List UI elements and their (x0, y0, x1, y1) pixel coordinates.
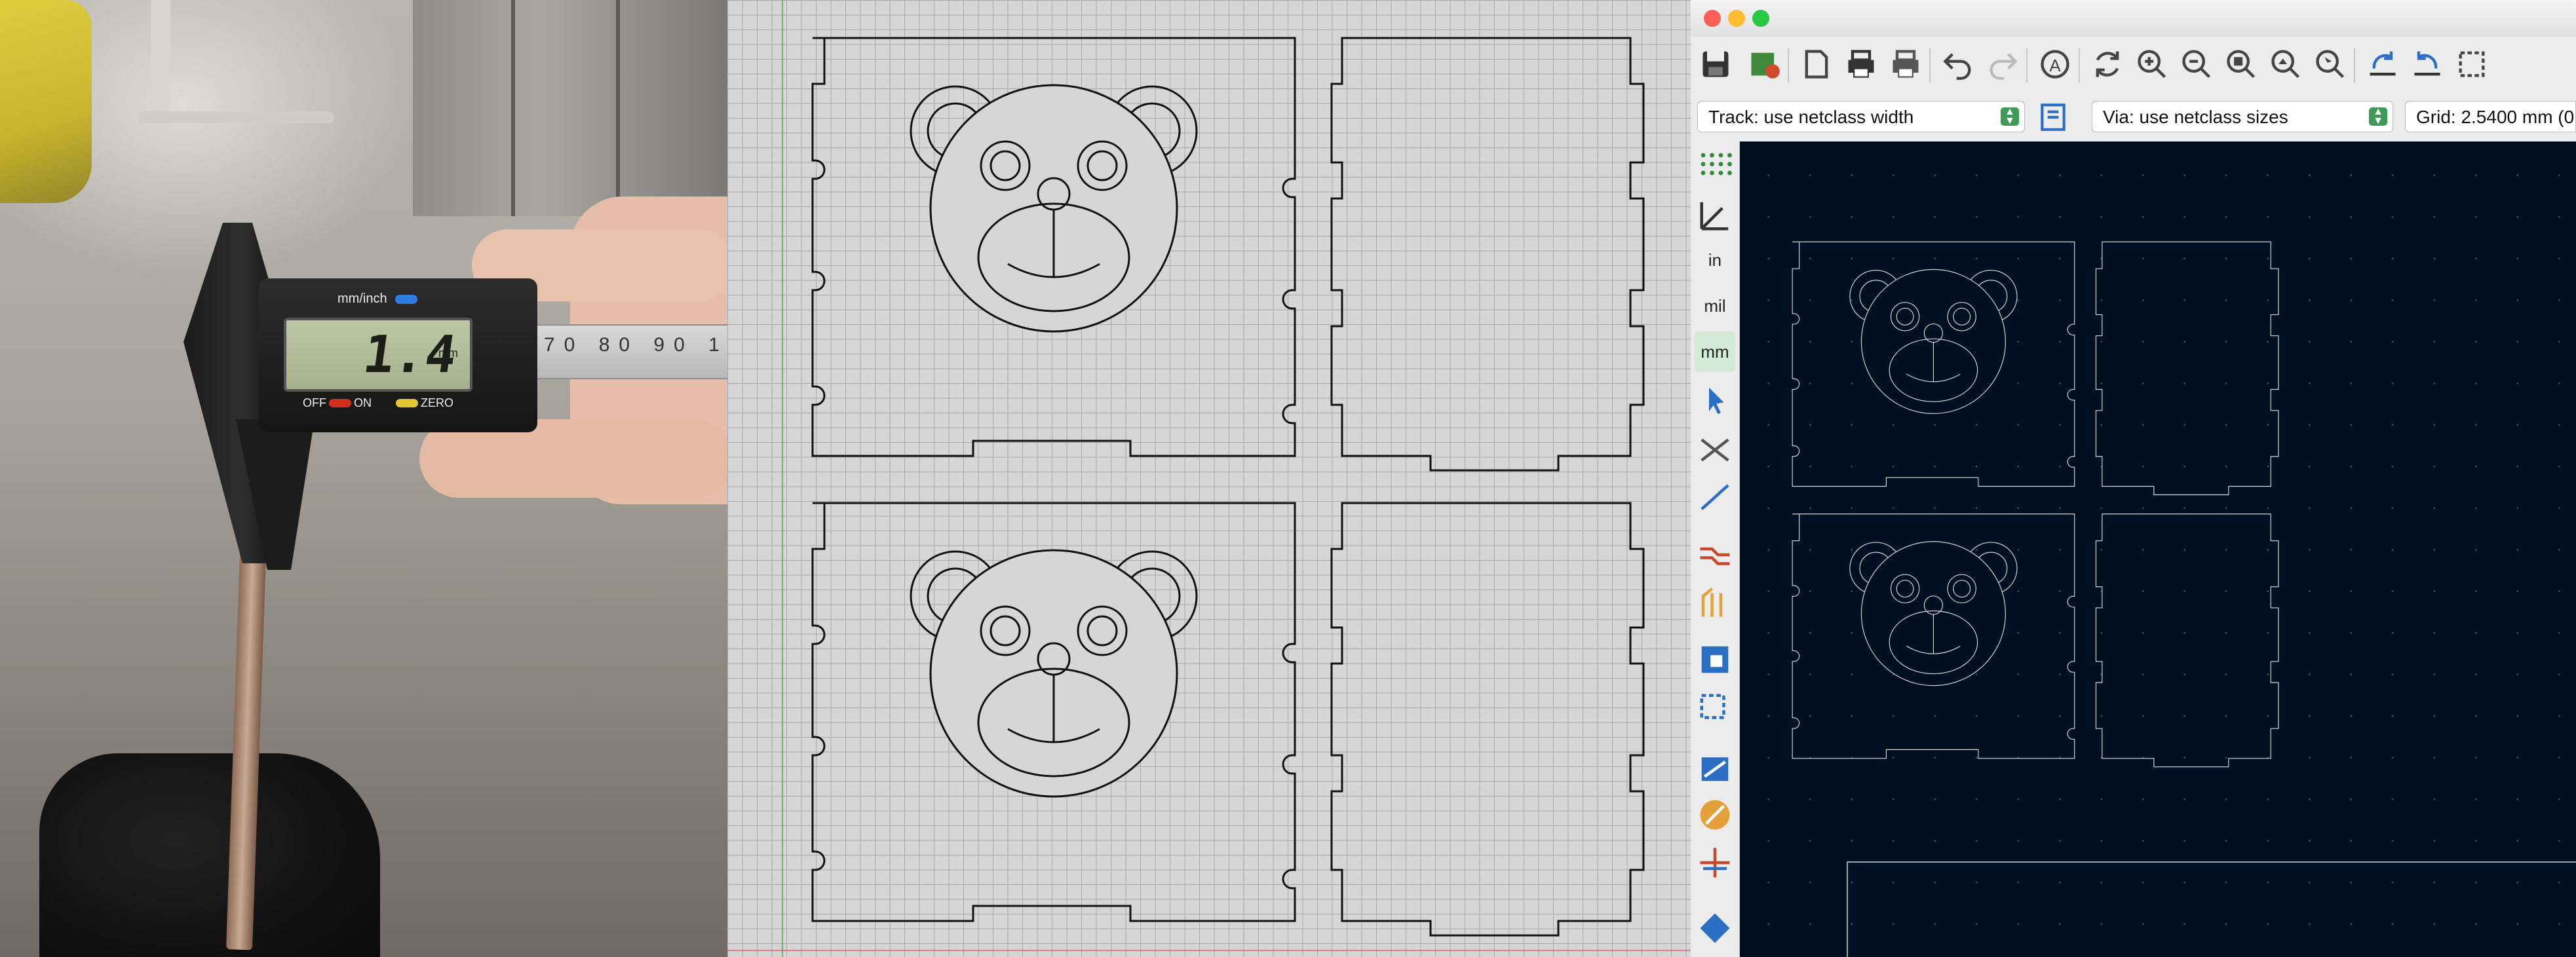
track-width-select[interactable]: Track: use netclass width ▲ ▼ (1697, 101, 2025, 132)
left-toolbar: in mil mm (1691, 141, 1740, 957)
caliper-scale: 70 80 90 100 (544, 334, 727, 356)
track-width-value: Track: use netclass width (1708, 107, 1914, 127)
zoom-button[interactable] (1752, 10, 1769, 27)
refresh-icon[interactable] (2086, 43, 2128, 85)
zoom-objects-icon[interactable] (2265, 43, 2307, 85)
track-list-icon (2041, 103, 2066, 131)
net-inspector-icon[interactable] (1695, 747, 1735, 788)
main-toolbar: A (1691, 37, 2576, 95)
on-label: ON (354, 396, 372, 409)
caliper-display: 1.4 mm (284, 318, 472, 392)
redo-icon[interactable] (1982, 43, 2024, 85)
zero-button (396, 399, 418, 407)
flip-view-icon[interactable] (2362, 43, 2404, 85)
rotate-icon[interactable] (2406, 43, 2448, 85)
edge-panel-plain-2 (2095, 514, 2279, 768)
units-mm-label: mm (1701, 341, 1729, 362)
display-unit: mm (438, 347, 458, 360)
cabinet (413, 0, 727, 216)
box-panels-drawing (811, 37, 1645, 937)
board-outlines (1792, 241, 2576, 957)
units-mil-label: mil (1704, 295, 1726, 316)
zero-label: ZERO (421, 396, 454, 409)
units-mil-button[interactable]: mil (1695, 286, 1735, 326)
layer-pair-icon[interactable] (1695, 842, 1735, 883)
zoom-selection-icon[interactable] (2309, 43, 2351, 85)
grid-select[interactable]: Grid: 2.5400 mm (0.1000 in) (2405, 101, 2576, 132)
mode-label: mm/inch (337, 291, 387, 306)
minimize-button[interactable] (1728, 10, 1745, 27)
svg-text:A: A (2049, 56, 2061, 75)
group-icon[interactable] (2451, 43, 2493, 85)
edge-panel-bear-2 (1792, 514, 2075, 759)
off-label: OFF (303, 396, 326, 409)
grid-toggle-icon[interactable] (1695, 147, 1735, 187)
stand-pole (151, 0, 170, 118)
title-block-border (1847, 861, 2576, 957)
pcb-canvas[interactable] (1740, 141, 2576, 957)
window-titlebar (1691, 0, 2576, 37)
track-list-button[interactable] (2037, 101, 2083, 132)
plot-icon[interactable] (1885, 43, 1927, 85)
cursor-icon[interactable] (1695, 381, 1735, 421)
panel-bear-top-left (811, 37, 1296, 457)
units-inch-button[interactable]: in (1695, 240, 1735, 280)
via-size-value: Via: use netclass sizes (2103, 107, 2288, 127)
layers-manager-icon[interactable] (1695, 908, 1735, 948)
ratsnest-icon[interactable] (1695, 430, 1735, 470)
zoom-out-icon[interactable] (2176, 43, 2218, 85)
save-icon[interactable] (1695, 43, 1737, 85)
board-setup-icon[interactable] (1743, 43, 1785, 85)
undo-icon[interactable] (1937, 43, 1979, 85)
pcb-editor-window: A Track: use netclass width ▲ ▼ Via: use… (1691, 0, 2576, 957)
panel-bear-bottom-left (811, 502, 1296, 922)
stand-base (138, 111, 334, 123)
edge-panel-bear-1 (1792, 241, 2075, 487)
vector-drawing-canvas[interactable] (727, 0, 1691, 957)
zoom-fit-icon[interactable] (2220, 43, 2262, 85)
close-button[interactable] (1704, 10, 1721, 27)
polar-coords-icon[interactable] (1695, 195, 1735, 236)
via-size-select[interactable]: Via: use netclass sizes ▲ ▼ (2092, 101, 2393, 132)
curved-ratsnest-icon[interactable] (1695, 477, 1735, 517)
mode-button (395, 295, 417, 304)
yellow-chair (0, 0, 92, 203)
units-inch-label: in (1708, 250, 1722, 270)
options-bar: Track: use netclass width ▲ ▼ Via: use ne… (1691, 94, 2576, 142)
caliper-photo: 70 80 90 100 mm/inch 1.4 mm OFF ON ZERO (0, 0, 727, 957)
edge-panel-plain-1 (2095, 241, 2279, 495)
panel-plain-bottom-right (1330, 502, 1645, 937)
page-settings-icon[interactable] (1796, 43, 1837, 85)
chevron-updown-icon: ▲ ▼ (2369, 107, 2387, 126)
backpack (39, 753, 380, 957)
print-icon[interactable] (1840, 43, 1882, 85)
select-area-icon[interactable] (1695, 688, 1735, 729)
via-outline-icon[interactable] (1695, 582, 1735, 622)
panel-plain-top-right (1330, 37, 1645, 472)
zoom-in-icon[interactable] (2131, 43, 2173, 85)
grid-value: Grid: 2.5400 mm (0.1000 in) (2416, 107, 2575, 127)
high-contrast-icon[interactable] (1695, 795, 1735, 835)
track-outline-icon[interactable] (1695, 535, 1735, 575)
chevron-updown-icon: ▲ ▼ (2001, 107, 2019, 126)
zone-outline-icon[interactable] (1695, 639, 1735, 680)
find-icon[interactable]: A (2034, 43, 2076, 85)
on-off-button (329, 399, 351, 407)
units-mm-button[interactable]: mm (1695, 331, 1735, 372)
